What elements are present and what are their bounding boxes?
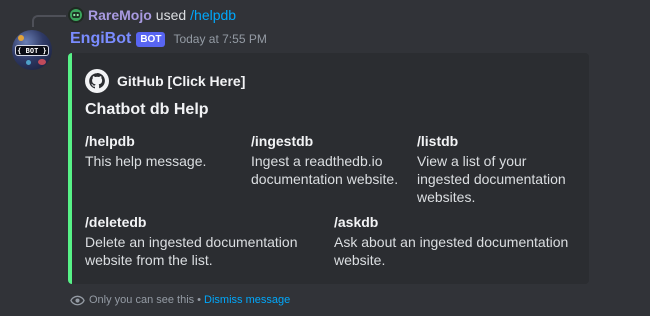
field-name: /deletedb <box>85 214 147 230</box>
timestamp[interactable]: Today at 7:55 PM <box>173 32 266 46</box>
field-value: Delete an ingested documentation website… <box>85 234 298 268</box>
embed-author[interactable]: GitHub [Click Here] <box>85 69 245 93</box>
field-value: Ingest a readthedb.io documentation webs… <box>251 153 399 187</box>
bot-badge: BOT <box>136 31 166 47</box>
avatar-decoration <box>18 35 24 41</box>
embed-author-link[interactable]: GitHub [Click Here] <box>117 73 245 89</box>
field-name: /ingestdb <box>251 133 314 149</box>
avatar-decoration <box>26 60 31 65</box>
ephemeral-separator: • <box>197 294 202 306</box>
eye-icon <box>70 295 85 305</box>
author-name[interactable]: EngiBot <box>70 30 131 48</box>
field-name: /helpdb <box>85 133 135 149</box>
avatar[interactable]: { BOT } <box>12 30 52 70</box>
embed: GitHub [Click Here] Chatbot db Help /hel… <box>68 53 589 284</box>
ephemeral-notice: Only you can see this • Dismiss message <box>70 292 290 308</box>
field-value: This help message. <box>85 153 207 169</box>
reply-reference[interactable]: RareMojo used /helpdb <box>68 6 236 24</box>
embed-field: /ingestdb Ingest a readthedb.io document… <box>251 132 411 188</box>
avatar-decoration <box>38 59 46 65</box>
embed-title: Chatbot db Help <box>85 101 209 118</box>
reply-username[interactable]: RareMojo <box>88 7 152 23</box>
ephemeral-text: Only you can see this <box>89 294 195 306</box>
embed-field: /helpdb This help message. <box>85 132 245 170</box>
field-value: Ask about an ingested documentation webs… <box>334 234 569 268</box>
avatar-bot-tag: { BOT } <box>15 45 49 56</box>
field-name: /listdb <box>417 133 459 149</box>
dismiss-message-link[interactable]: Dismiss message <box>204 294 290 306</box>
robot-face-icon <box>68 7 84 23</box>
field-value: View a list of your ingested documentati… <box>417 153 566 205</box>
github-icon <box>85 69 109 93</box>
embed-field: /deletedb Delete an ingested documentati… <box>85 213 325 269</box>
reply-spine <box>32 15 66 27</box>
field-name: /askdb <box>334 214 379 230</box>
reply-used-text: used <box>155 7 187 23</box>
message-header: EngiBot BOT Today at 7:55 PM <box>70 29 267 49</box>
embed-field: /askdb Ask about an ingested documentati… <box>334 213 579 269</box>
embed-field: /listdb View a list of your ingested doc… <box>417 132 582 206</box>
reply-command-link[interactable]: /helpdb <box>190 7 236 23</box>
